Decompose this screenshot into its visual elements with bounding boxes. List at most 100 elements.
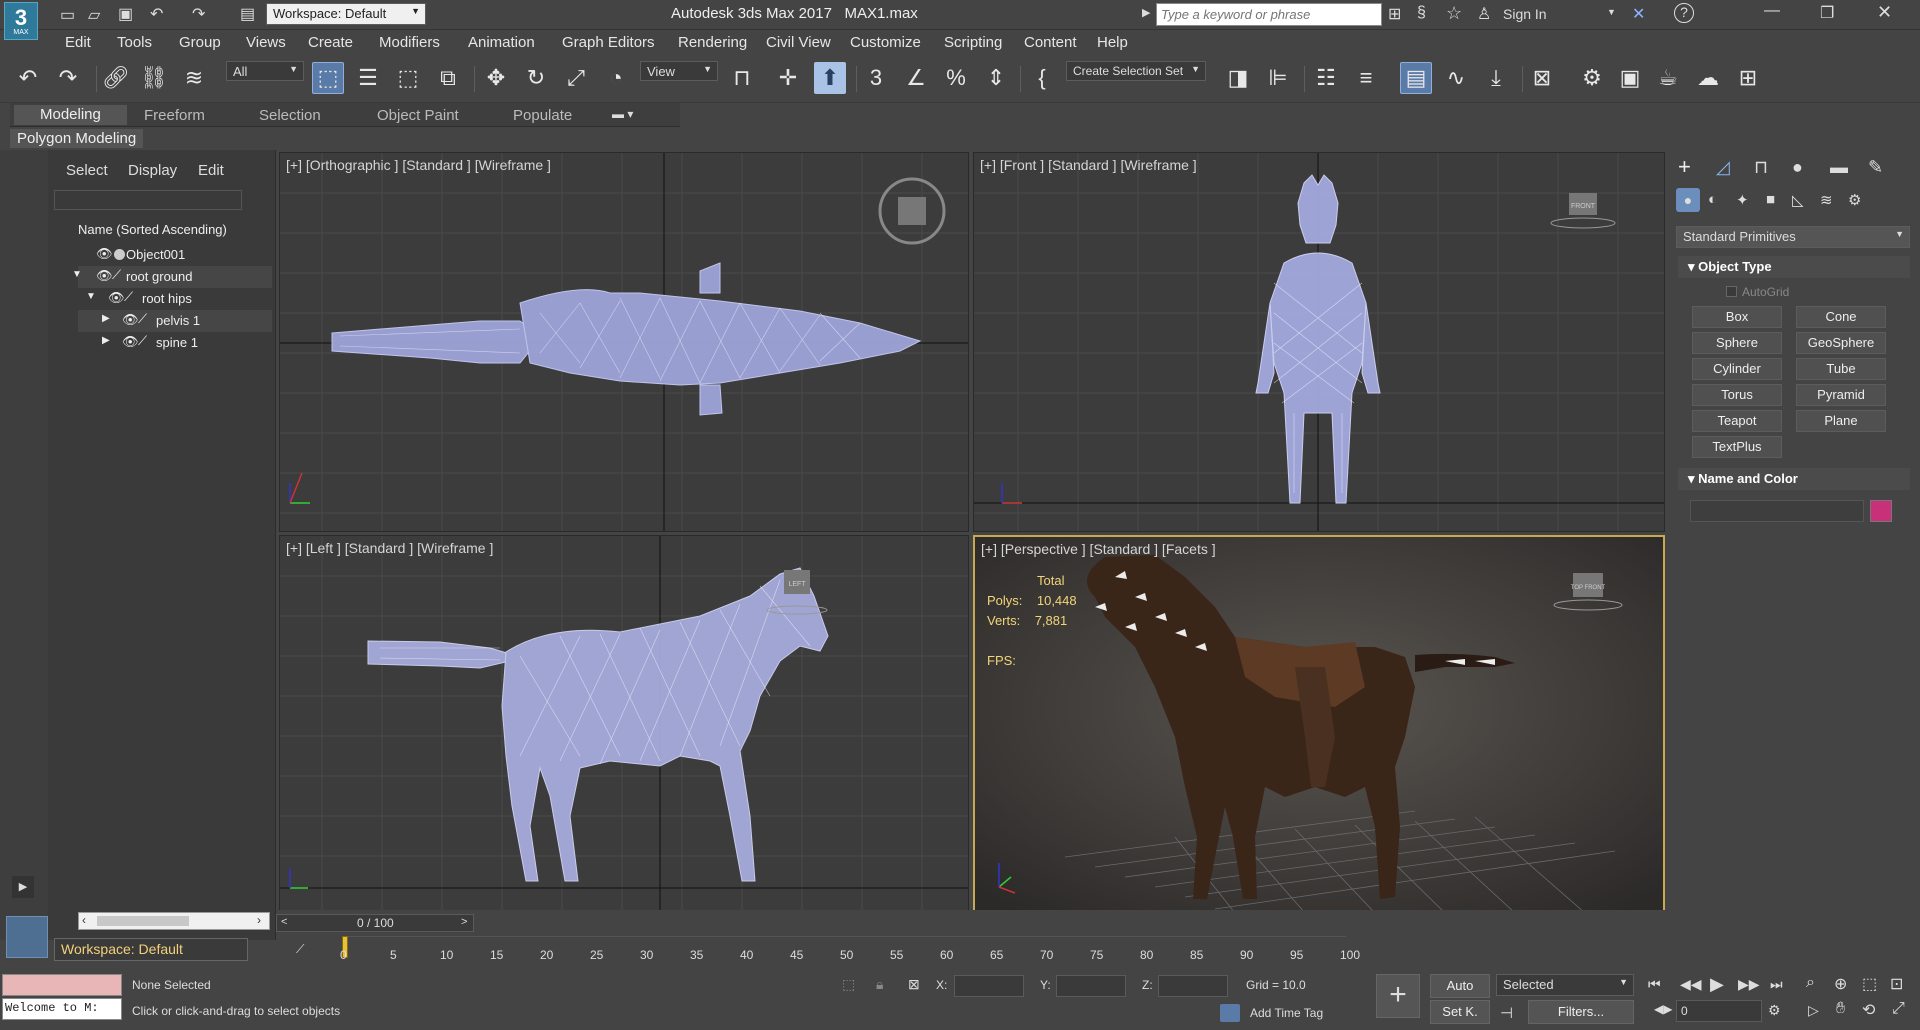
scroll-thumb[interactable] [97,916,189,926]
sign-in-link[interactable]: Sign In [1503,6,1547,22]
zoom-extents-all-icon[interactable]: ⊡ [1890,974,1903,994]
viewport-front-label[interactable]: [+] [Front ] [Standard ] [Wireframe ] [980,157,1197,173]
scene-tab-select[interactable]: Select [66,162,108,179]
mirror-icon[interactable]: ◨ [1222,62,1254,94]
menu-rendering[interactable]: Rendering [678,34,747,51]
key-filter-icon[interactable]: ⊣ [1500,1004,1513,1022]
collapse-arrow-icon[interactable]: ▼ [72,269,82,280]
zoom-icon[interactable]: ⌕ [1806,974,1815,992]
current-frame-input[interactable] [1676,1000,1762,1022]
cone-button[interactable]: Cone [1796,306,1886,328]
key-mode-toggle-icon[interactable]: ◀▶ [1654,1002,1672,1016]
favorites-star-icon[interactable]: ☆ [1446,3,1462,24]
minimize-icon[interactable]: — [1764,2,1780,20]
isolate-selection-icon[interactable]: ⬚ [842,976,855,993]
textplus-button[interactable]: TextPlus [1692,436,1782,458]
align-icon[interactable]: ⊫ [1262,62,1294,94]
zoom-extents-icon[interactable]: ⬚ [1862,974,1877,994]
eye-icon[interactable]: 👁︎ [96,246,113,262]
workspace-dropdown[interactable]: Workspace: Default ▼ [266,3,426,25]
primitive-type-dropdown[interactable]: Standard Primitives ▼ [1676,226,1910,248]
render-setup-icon[interactable]: ⚙ [1576,62,1608,94]
viewport-perspective-label[interactable]: [+] [Perspective ] [Standard ] [Facets ] [981,541,1216,557]
expand-arrow-icon[interactable]: ▶ [1142,6,1150,19]
hierarchy-tab-icon[interactable]: ⊓ [1754,157,1768,178]
torus-button[interactable]: Torus [1692,384,1782,406]
select-manipulate-icon[interactable]: ✛ [772,62,804,94]
time-config-icon[interactable]: ⚙ [1768,1002,1781,1019]
polygon-modeling-panel[interactable]: Polygon Modeling [10,129,144,148]
helpers-category-icon[interactable]: ◺ [1792,191,1804,209]
list-item[interactable]: ▶ 👁︎ ⟋ pelvis 1 [78,310,272,332]
exchange-icon[interactable]: ✕ [1632,4,1645,24]
sign-in-dropdown-icon[interactable]: ▼ [1607,7,1616,17]
rotate-icon[interactable]: ↻ [520,62,552,94]
close-icon[interactable]: ✕ [1877,2,1892,23]
select-object-button[interactable]: ⬚ [312,62,344,94]
play-icon[interactable]: ▶ [1710,974,1724,995]
menu-edit[interactable]: Edit [65,34,91,51]
utilities-tab-icon[interactable]: ✎ [1868,157,1883,178]
tab-populate[interactable]: Populate [513,107,572,124]
key-filter-dropdown[interactable]: Selected ▼ [1496,974,1634,996]
eye-icon[interactable]: 👁︎ [108,290,125,306]
scroll-right-icon[interactable]: › [257,913,261,927]
spinner-snap-icon[interactable]: ⇕ [980,62,1012,94]
viewcube-front[interactable]: FRONT [1550,193,1616,229]
list-item[interactable]: 👁︎ Object001 [78,244,272,266]
collapse-arrow-icon[interactable]: ▼ [86,291,96,302]
prev-frame-icon[interactable]: < [281,916,287,928]
systems-category-icon[interactable]: ⚙ [1848,191,1861,209]
schematic-view-icon[interactable]: ⤓ [1480,62,1512,94]
scroll-left-icon[interactable]: ‹ [82,913,86,927]
pan-icon[interactable]: ✋︎ [1836,1000,1845,1018]
open-file-icon[interactable]: ▱ [88,5,100,25]
user-icon[interactable]: ♙ [1477,4,1491,24]
viewport-perspective[interactable]: TOP FRONT [+] [Perspective ] [Standard ]… [973,535,1665,915]
time-slider[interactable]: < 0 / 100 > [276,914,474,932]
create-tab-icon[interactable]: + [1678,154,1691,180]
box-button[interactable]: Box [1692,306,1782,328]
name-color-rollout[interactable]: ▾ Name and Color [1678,468,1910,490]
sphere-button[interactable]: Sphere [1692,332,1782,354]
help-icon[interactable]: ? [1674,3,1694,23]
tab-selection[interactable]: Selection [259,107,321,124]
percent-snap-icon[interactable]: % [940,62,972,94]
object-color-swatch[interactable] [1870,500,1892,522]
teapot-button[interactable]: Teapot [1692,410,1782,432]
menu-scripting[interactable]: Scripting [944,34,1002,51]
expand-arrow-icon[interactable]: ▶ [102,335,110,346]
unlink-icon[interactable]: ⛓︎ [138,62,170,94]
go-to-start-icon[interactable]: ⏮ [1648,976,1661,993]
viewport-left[interactable]: LEFT [+] [Left ] [Standard ] [Wireframe … [279,535,969,915]
viewport-top[interactable]: [+] [Orthographic ] [Standard ] [Wirefra… [279,152,969,532]
lock-selection-icon[interactable]: 🔒︎ [876,976,883,993]
y-coordinate-field[interactable] [1056,975,1126,997]
scale-icon[interactable]: ⤢ [560,62,592,94]
menu-animation[interactable]: Animation [468,34,535,51]
orbit-icon[interactable]: ⟲ [1862,1000,1875,1020]
menu-create[interactable]: Create [308,34,353,51]
restore-icon[interactable]: ❐ [1820,3,1834,23]
cylinder-button[interactable]: Cylinder [1692,358,1782,380]
menu-modifiers[interactable]: Modifiers [379,34,440,51]
menu-views[interactable]: Views [246,34,286,51]
geometry-category-icon[interactable]: ● [1676,188,1700,212]
material-editor-icon[interactable]: ⊠ [1526,62,1558,94]
placement-icon[interactable]: ◔ [600,62,632,94]
auto-key-button[interactable]: Auto [1430,974,1490,998]
maxscript-listener[interactable] [2,974,122,996]
list-item[interactable]: ▼ 👁︎ ⟋ root hips [78,288,272,310]
render-tools-icon[interactable]: ⊞ [1732,62,1764,94]
new-file-icon[interactable]: ▭ [60,5,75,25]
object-type-rollout[interactable]: ▾ Object Type [1678,256,1910,278]
set-key-button[interactable]: Set K. [1430,1000,1490,1024]
eye-icon[interactable]: 👁︎ [96,268,113,284]
eye-icon[interactable]: 👁︎ [122,334,139,350]
spacewarps-category-icon[interactable]: ≋ [1820,191,1833,209]
object-name-input[interactable] [1690,500,1864,522]
absolute-mode-icon[interactable]: ⊠ [908,976,920,993]
select-by-name-icon[interactable]: ☰ [352,62,384,94]
expand-arrow-icon[interactable]: ▶ [102,313,110,324]
link-icon[interactable]: 🔗︎ [100,62,132,94]
